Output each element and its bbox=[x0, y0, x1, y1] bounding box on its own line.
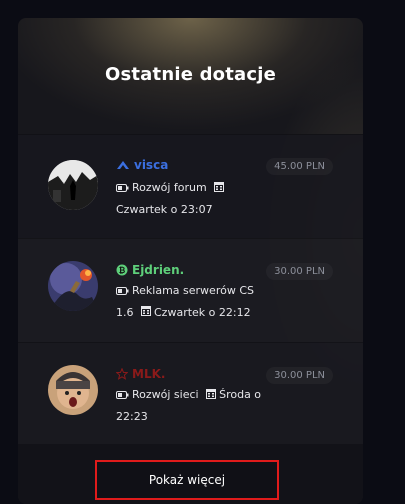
donor-name-label: visca bbox=[134, 158, 169, 172]
donation-details: Rozwój forum Czwartek o 23:07 bbox=[116, 177, 266, 220]
battery-icon bbox=[116, 281, 129, 302]
donation-time: Czwartek o 23:07 bbox=[116, 202, 213, 216]
avatar[interactable] bbox=[48, 261, 98, 311]
donations-list: visca 45.00 PLN Rozwój forum Czwartek o … bbox=[18, 134, 363, 446]
donation-details: Rozwój sieci Środa o 22:23 bbox=[116, 384, 266, 427]
donation-amount: 30.00 PLN bbox=[266, 263, 333, 280]
donation-row: ₿ Ejdrien. 30.00 PLN Reklama serwerów CS… bbox=[18, 238, 363, 342]
donation-amount: 45.00 PLN bbox=[266, 158, 333, 175]
calendar-icon bbox=[206, 385, 217, 406]
panel-title: Ostatnie dotacje bbox=[104, 64, 277, 85]
donor-name[interactable]: visca bbox=[116, 158, 168, 172]
donation-purpose: Rozwój sieci bbox=[132, 388, 199, 401]
donation-details: Reklama serwerów CS 1.6 Czwartek o 22:12 bbox=[116, 280, 266, 323]
donation-purpose: Rozwój forum bbox=[132, 181, 207, 194]
donation-row: visca 45.00 PLN Rozwój forum Czwartek o … bbox=[18, 134, 363, 238]
footer-bar: Pokaż więcej bbox=[18, 444, 363, 504]
show-more-button[interactable]: Pokaż więcej bbox=[95, 460, 279, 500]
donor-name-label: MLK. bbox=[132, 367, 166, 381]
avatar[interactable] bbox=[48, 365, 98, 415]
donation-time: Czwartek o 22:12 bbox=[154, 305, 251, 319]
donor-name[interactable]: ₿ Ejdrien. bbox=[116, 263, 184, 277]
battery-icon bbox=[116, 385, 129, 406]
avatar[interactable] bbox=[48, 160, 98, 210]
donation-row: MLK. 30.00 PLN Rozwój sieci Środa o 22:2… bbox=[18, 342, 363, 446]
calendar-icon bbox=[214, 178, 225, 199]
star-outline-icon bbox=[116, 368, 128, 380]
calendar-icon bbox=[141, 302, 151, 323]
recent-donations-panel: Ostatnie dotacje visca 45.00 PLN Rozwój … bbox=[18, 18, 363, 504]
svg-text:₿: ₿ bbox=[119, 266, 126, 275]
donor-name[interactable]: MLK. bbox=[116, 367, 165, 381]
donation-amount: 30.00 PLN bbox=[266, 367, 333, 384]
coin-rank-icon: ₿ bbox=[116, 264, 128, 276]
battery-icon bbox=[116, 178, 129, 199]
chevron-rank-icon bbox=[116, 160, 130, 170]
donor-name-label: Ejdrien. bbox=[132, 263, 185, 277]
